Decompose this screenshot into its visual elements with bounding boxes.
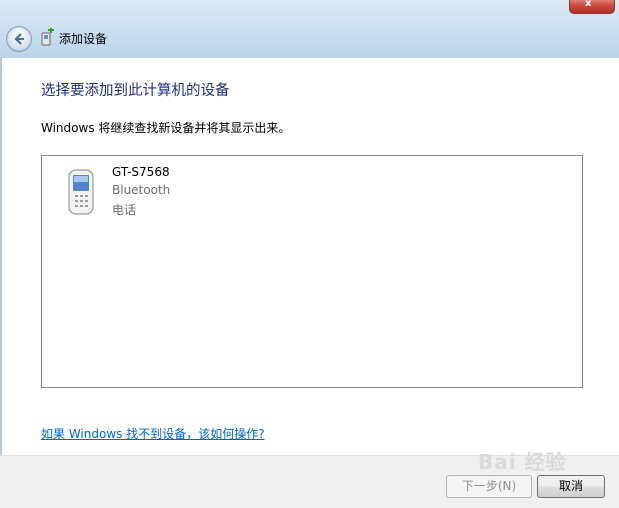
help-link[interactable]: 如果 Windows 找不到设备，该如何操作? — [41, 425, 265, 442]
device-connection: Bluetooth — [112, 183, 171, 197]
device-category: 电话 — [112, 203, 137, 217]
back-button[interactable] — [6, 26, 32, 52]
mobile-phone-icon — [68, 169, 94, 215]
window-edge — [0, 58, 2, 507]
title-bar: x 添加设备 — [0, 0, 619, 58]
watermark: Bai 经验 — [478, 450, 567, 474]
cancel-button[interactable]: 取消 — [537, 475, 605, 498]
back-arrow-icon — [14, 33, 24, 45]
add-device-icon — [41, 28, 54, 46]
info-text: Windows 将继续查找新设备并将其显示出来。 — [41, 121, 291, 135]
next-button[interactable]: 下一步(N) — [446, 475, 532, 498]
page-heading: 选择要添加到此计算机的设备 — [41, 83, 230, 99]
window-title: 添加设备 — [59, 32, 108, 46]
device-list[interactable]: GT-S7568 Bluetooth 电话 — [41, 155, 583, 388]
close-button[interactable]: x — [569, 0, 615, 14]
device-name: GT-S7568 — [112, 165, 170, 179]
list-item-device[interactable]: GT-S7568 Bluetooth 电话 — [66, 162, 266, 222]
close-icon: x — [585, 0, 592, 9]
